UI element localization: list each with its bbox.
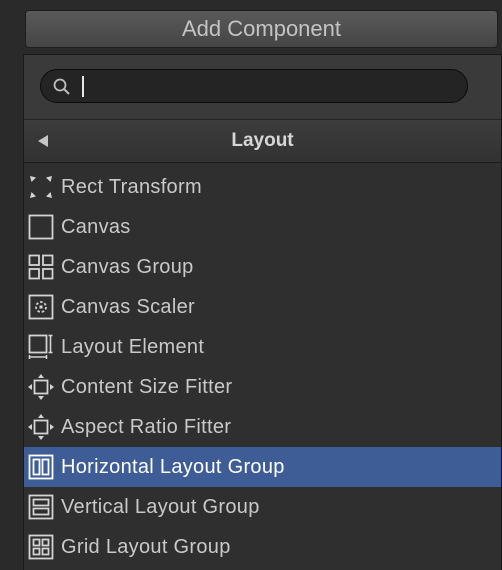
add-component-button[interactable]: Add Component <box>25 10 498 48</box>
horizontal-layout-group-icon <box>24 447 58 487</box>
search-bar <box>24 55 501 119</box>
category-header: Layout <box>24 119 501 163</box>
canvas-scaler-icon <box>24 287 58 327</box>
component-list: Rect Transform Canvas Canvas Group Canva… <box>24 167 501 567</box>
item-label: Content Size Fitter <box>61 375 233 398</box>
list-item-grid-layout-group[interactable]: Grid Layout Group <box>24 527 501 567</box>
item-label: Horizontal Layout Group <box>61 455 285 478</box>
item-label: Canvas Scaler <box>61 295 195 318</box>
vertical-layout-group-icon <box>24 487 58 527</box>
list-item-rect-transform[interactable]: Rect Transform <box>24 167 501 207</box>
item-label: Vertical Layout Group <box>61 495 260 518</box>
item-label: Aspect Ratio Fitter <box>61 415 232 438</box>
canvas-icon <box>24 207 58 247</box>
search-field[interactable] <box>40 69 468 103</box>
search-input[interactable] <box>81 73 451 99</box>
content-size-fitter-icon <box>24 367 58 407</box>
list-item-horizontal-layout-group[interactable]: Horizontal Layout Group <box>24 447 501 487</box>
grid-layout-group-icon <box>24 527 58 567</box>
canvas-group-icon <box>24 247 58 287</box>
item-label: Grid Layout Group <box>61 535 231 558</box>
item-label: Canvas <box>61 215 131 238</box>
aspect-ratio-fitter-icon <box>24 407 58 447</box>
item-label: Layout Element <box>61 335 205 358</box>
list-item-canvas-group[interactable]: Canvas Group <box>24 247 501 287</box>
item-label: Rect Transform <box>61 175 202 198</box>
category-title: Layout <box>231 130 294 151</box>
item-label: Canvas Group <box>61 255 194 278</box>
add-component-popup: Layout Rect Transform Canvas Canvas Grou… <box>23 54 502 570</box>
rect-transform-icon <box>24 167 58 207</box>
list-item-layout-element[interactable]: Layout Element <box>24 327 501 367</box>
layout-element-icon <box>24 327 58 367</box>
list-item-aspect-ratio-fitter[interactable]: Aspect Ratio Fitter <box>24 407 501 447</box>
search-icon <box>53 78 70 95</box>
list-item-canvas[interactable]: Canvas <box>24 207 501 247</box>
list-item-vertical-layout-group[interactable]: Vertical Layout Group <box>24 487 501 527</box>
list-item-content-size-fitter[interactable]: Content Size Fitter <box>24 367 501 407</box>
text-caret <box>82 76 84 97</box>
list-item-canvas-scaler[interactable]: Canvas Scaler <box>24 287 501 327</box>
